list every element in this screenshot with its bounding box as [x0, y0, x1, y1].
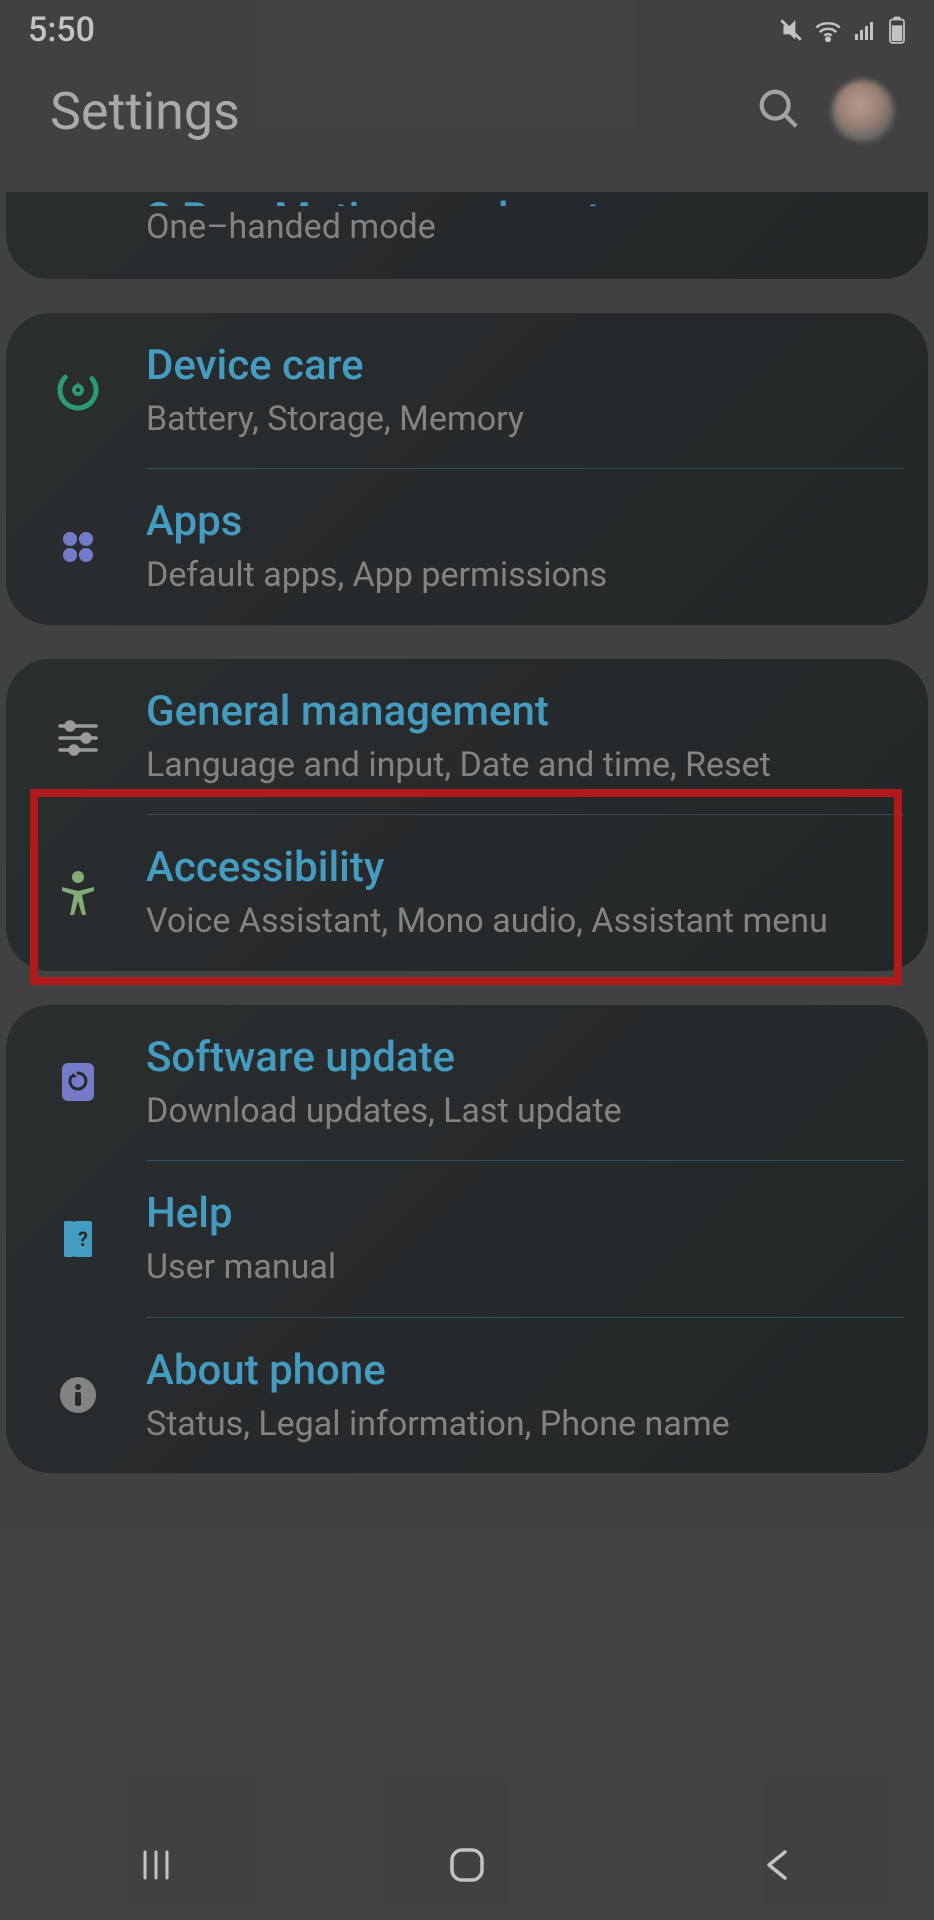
divider: [146, 468, 904, 469]
settings-group: Software update Download updates, Last u…: [6, 1005, 928, 1474]
device-care-icon: [46, 366, 110, 414]
row-subtitle: Language and input, Date and time, Reset: [146, 744, 904, 787]
app-header: Settings: [0, 60, 934, 192]
divider: [146, 1160, 904, 1161]
row-subtitle: One–handed mode: [146, 206, 904, 249]
settings-row-device-care[interactable]: Device care Battery, Storage, Memory: [6, 313, 928, 469]
divider: [146, 1317, 904, 1318]
profile-avatar[interactable]: [832, 80, 894, 142]
settings-row-about-phone[interactable]: About phone Status, Legal information, P…: [6, 1318, 928, 1474]
row-title: Accessibility: [146, 843, 904, 892]
wifi-icon: [814, 18, 842, 42]
status-icons: [778, 16, 906, 44]
row-title: General management: [146, 687, 904, 736]
settings-group: Device care Battery, Storage, Memory App…: [6, 313, 928, 625]
software-update-icon: [46, 1059, 110, 1105]
settings-group-partial: S Pen, Motions and gestures, One–handed …: [6, 192, 928, 279]
divider: [146, 814, 904, 815]
nav-back[interactable]: [748, 1846, 808, 1884]
status-time: 5:50: [28, 10, 95, 50]
mute-icon: [778, 17, 804, 43]
help-icon: ?: [46, 1217, 110, 1261]
apps-icon: [46, 525, 110, 569]
battery-icon: [888, 16, 906, 44]
settings-list: S Pen, Motions and gestures, One–handed …: [0, 192, 934, 1473]
row-subtitle: Voice Assistant, Mono audio, Assistant m…: [146, 900, 904, 943]
row-subtitle: Status, Legal information, Phone name: [146, 1403, 904, 1446]
settings-row-help[interactable]: ? Help User manual: [6, 1161, 928, 1317]
settings-row-software-update[interactable]: Software update Download updates, Last u…: [6, 1005, 928, 1161]
row-title: About phone: [146, 1346, 904, 1395]
advanced-features-icon: [46, 192, 110, 249]
settings-row-advanced-features[interactable]: S Pen, Motions and gestures, One–handed …: [6, 192, 928, 279]
status-bar: 5:50: [0, 0, 934, 60]
row-subtitle: Download updates, Last update: [146, 1090, 904, 1133]
row-subtitle: Battery, Storage, Memory: [146, 398, 904, 441]
row-title: Software update: [146, 1033, 904, 1082]
row-subtitle: User manual: [146, 1246, 904, 1289]
row-subtitle: Default apps, App permissions: [146, 554, 904, 597]
settings-group: General management Language and input, D…: [6, 659, 928, 971]
nav-home[interactable]: [437, 1844, 497, 1886]
row-title: Help: [146, 1189, 904, 1238]
row-title: Device care: [146, 341, 904, 390]
nav-recents[interactable]: [126, 1846, 186, 1884]
row-title-partial: S Pen, Motions and gestures,: [146, 192, 904, 206]
svg-text:?: ?: [78, 1227, 88, 1251]
signal-icon: [852, 18, 878, 42]
settings-row-apps[interactable]: Apps Default apps, App permissions: [6, 469, 928, 625]
page-title: Settings: [50, 81, 756, 142]
navigation-bar: [0, 1810, 934, 1920]
info-icon: [46, 1375, 110, 1415]
sliders-icon: [46, 716, 110, 756]
settings-row-general-management[interactable]: General management Language and input, D…: [6, 659, 928, 815]
settings-row-accessibility[interactable]: Accessibility Voice Assistant, Mono audi…: [6, 815, 928, 971]
search-button[interactable]: [756, 86, 802, 136]
accessibility-icon: [46, 869, 110, 917]
row-title: Apps: [146, 497, 904, 546]
